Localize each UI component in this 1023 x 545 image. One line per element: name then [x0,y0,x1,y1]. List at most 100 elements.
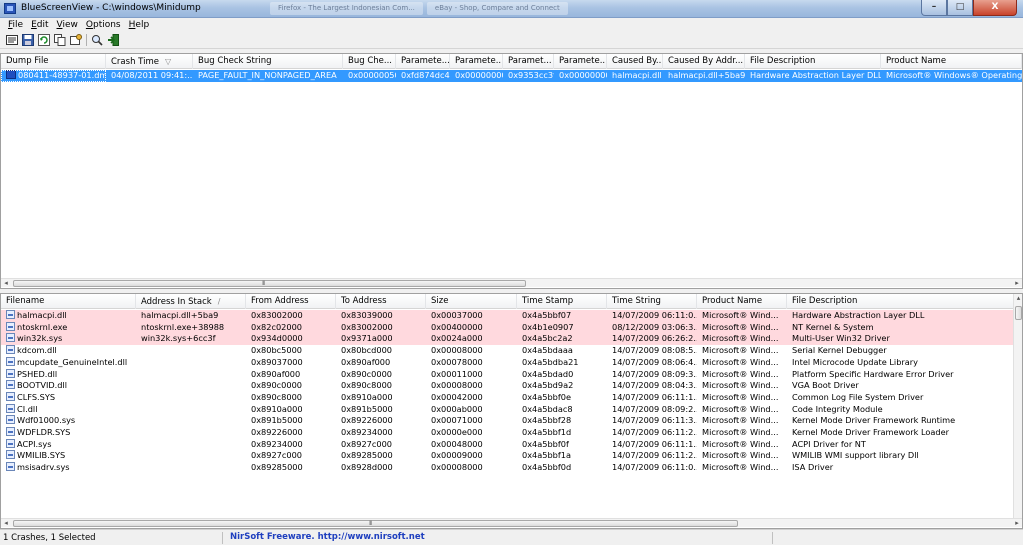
save-icon[interactable] [22,34,34,46]
dump-col-crash-time[interactable]: Crash Time ▽ [106,54,193,69]
module-col-time-string[interactable]: Time String [607,294,697,309]
scroll-up-arrow-icon[interactable]: ▴ [1014,294,1022,303]
module-row[interactable]: WMILIB.SYS 0x8927c000 0x89285000 0x00009000… [1,450,1022,462]
module-row[interactable]: PSHED.dll 0x890af000 0x890c0000 0x00011000 0… [1,368,1022,381]
dump-col-file-description[interactable]: File Description [745,54,881,69]
cell-text: 14/07/2009 08:06:4... [612,356,697,367]
cell-text: 0x0024a000 [431,333,483,344]
cell-text: ntoskrnl.exe [17,321,68,332]
module-row[interactable]: BOOTVID.dll 0x890c0000 0x890c8000 0x0000800… [1,380,1022,392]
module-cell: 0x83002000 [336,322,426,334]
cell-text: Hardware Abstraction Layer DLL [750,70,881,80]
scroll-left-arrow-icon[interactable]: ◂ [1,519,11,528]
sort-arrow-icon: ▽ [164,57,172,66]
dump-row[interactable]: 080411-48937-01.dmp 04/08/2011 09:41:... P… [1,70,1022,82]
module-cell: Microsoft® Wind... [697,345,787,357]
module-cell: 0x4a5bdba21 [517,357,607,369]
module-col-product-name[interactable]: Product Name [697,294,787,309]
menu-edit[interactable]: Edit [27,18,52,32]
module-row[interactable]: WDFLDR.SYS 0x89226000 0x89234000 0x0000e000… [1,427,1022,439]
module-col-to-address[interactable]: To Address [336,294,426,309]
maximize-button[interactable]: □ [947,0,973,16]
scroll-right-arrow-icon[interactable]: ▸ [1012,519,1022,528]
module-row[interactable]: Wdf01000.sys 0x891b5000 0x89226000 0x000710… [1,415,1022,427]
column-header-label: Paramete... [401,56,450,66]
cell-text: 0x4a5bbf28 [522,415,572,426]
scroll-grip-icon: III [262,280,265,287]
scroll-left-arrow-icon[interactable]: ◂ [1,279,11,288]
module-cell: 0x89226000 [246,427,336,439]
cell-text: 0x4a5bdba21 [522,356,579,367]
cell-text: Kernel Mode Driver Framework Loader [792,427,949,437]
module-list-vscrollbar[interactable]: ▴ [1013,294,1022,518]
cell-text: 0x00000000 [455,70,503,80]
module-row[interactable]: CLFS.SYS 0x890c8000 0x8910a000 0x00042000 0x… [1,391,1022,404]
module-cell: 14/07/2009 06:11:1... [607,392,697,404]
dump-col-caused-by[interactable]: Caused By... [607,54,663,69]
module-row[interactable]: ACPI.sys 0x89234000 0x8927c000 0x00048000 0x… [1,438,1022,451]
module-row[interactable]: ntoskrnl.exe ntoskrnl.exe+38988 0x82c02000… [1,321,1022,334]
nirsoft-link[interactable]: NirSoft Freeware. http://www.nirsoft.net [230,532,425,542]
find-icon[interactable] [91,34,103,46]
menu-help[interactable]: Help [125,18,154,32]
cell-text: Microsoft® Wind... [702,427,779,437]
module-cell: win32k.sys [1,333,136,345]
dump-col-paramete[interactable]: Paramete... [396,54,450,69]
module-list-vscroll-thumb[interactable] [1015,306,1022,320]
column-header-label: To Address [341,296,387,306]
minimize-button[interactable]: – [921,0,947,16]
module-cell [136,462,246,474]
cell-text: CLFS.SYS [17,391,56,402]
module-file-icon [6,438,15,448]
properties-icon[interactable] [6,34,18,46]
module-col-time-stamp[interactable]: Time Stamp [517,294,607,309]
cell-text: Microsoft® Wind... [702,403,779,414]
module-cell: 14/07/2009 08:09:3... [607,369,697,381]
module-cell [136,369,246,381]
module-col-file-description[interactable]: File Description [787,294,1022,309]
module-row[interactable]: CI.dll 0x8910a000 0x891b5000 0x000ab000 0x4a… [1,403,1022,416]
dump-col-paramete[interactable]: Paramete... [450,54,503,69]
cell-text: 14/07/2009 08:08:5... [612,345,697,356]
options-icon[interactable] [70,34,82,46]
column-header-label: Bug Che... [348,56,392,66]
background-tab-2: eBay - Shop, Compare and Connect [426,2,568,15]
module-row[interactable]: kdcom.dll 0x80bc5000 0x80bcd000 0x00008000 0… [1,345,1022,357]
dump-col-paramet[interactable]: Paramet... [503,54,554,69]
column-header-label: Filename [6,296,45,306]
module-cell: CLFS.SYS [1,391,136,404]
dump-col-dump-file[interactable]: Dump File [1,54,106,69]
cell-text: Microsoft® Wind... [702,368,779,379]
module-file-icon [6,368,15,378]
dump-list-hscrollbar[interactable]: ◂ III ▸ [1,278,1022,287]
copy-icon[interactable] [54,34,66,46]
module-cell: NT Kernel & System [787,322,1022,334]
module-cell: Microsoft® Wind... [697,333,787,345]
module-row[interactable]: msisadrv.sys 0x89285000 0x8928d000 0x000080… [1,462,1022,474]
dump-col-bug-che[interactable]: Bug Che... [343,54,396,69]
module-list-hscrollbar[interactable]: ◂ III ▸ [1,518,1022,527]
menu-view[interactable]: View [53,18,82,32]
exit-icon[interactable] [107,34,119,46]
module-col-filename[interactable]: Filename [1,294,136,309]
module-row[interactable]: mcupdate_GenuineIntel.dll 0x89037000 0x890… [1,356,1022,369]
dump-col-caused-by-addr[interactable]: Caused By Addr... [663,54,745,69]
module-row[interactable]: halmacpi.dll halmacpi.dll+5ba9 0x83002000 0… [1,310,1022,322]
close-button[interactable]: X [973,0,1017,16]
scroll-right-arrow-icon[interactable]: ▸ [1012,279,1022,288]
module-row[interactable]: win32k.sys win32k.sys+6cc3f 0x934d0000 0x93… [1,333,1022,346]
module-col-address-in-stack[interactable]: Address In Stack / [136,294,246,309]
dump-col-product-name[interactable]: Product Name [881,54,1022,69]
module-cell [136,427,246,439]
module-cell: 0x00078000 [426,357,517,369]
module-col-size[interactable]: Size [426,294,517,309]
menu-options[interactable]: Options [82,18,125,32]
module-col-from-address[interactable]: From Address [246,294,336,309]
dump-list-hscroll-thumb[interactable]: III [13,280,526,287]
dump-file-icon [6,70,16,79]
dump-col-bug-check-string[interactable]: Bug Check String [193,54,343,69]
module-list-hscroll-thumb[interactable]: III [13,520,738,527]
menu-file[interactable]: File [4,18,27,32]
dump-col-paramete[interactable]: Paramete... [554,54,607,69]
refresh-icon[interactable] [38,34,50,46]
